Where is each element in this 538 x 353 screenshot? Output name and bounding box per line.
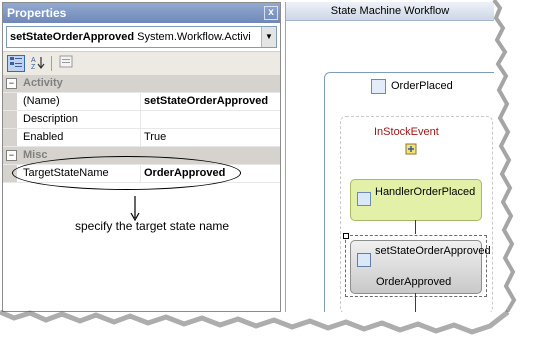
- screenshot-frame: Properties x setStateOrderApproved Syste…: [0, 0, 538, 353]
- torn-edge-shadow: [0, 0, 538, 353]
